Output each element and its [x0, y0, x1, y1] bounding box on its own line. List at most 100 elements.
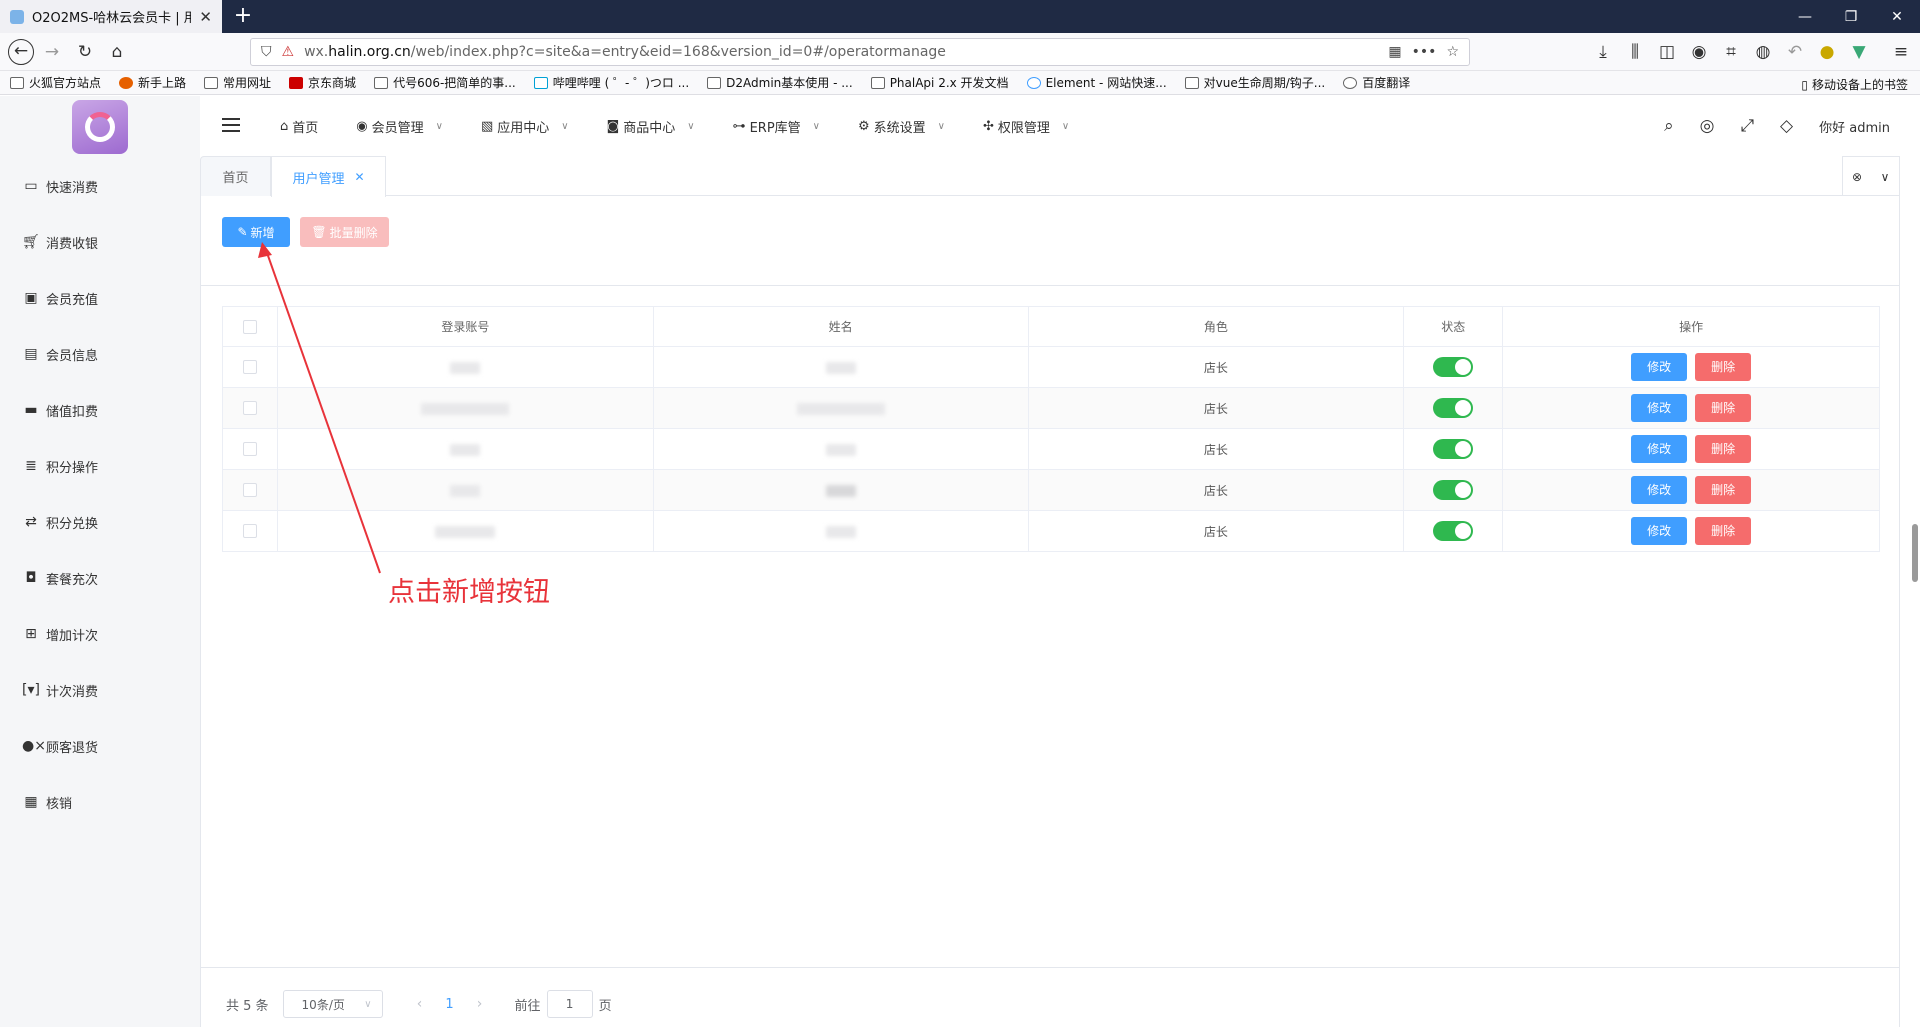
url-text[interactable]: wx.halin.org.cn/web/index.php?c=site&a=e…: [304, 44, 946, 60]
sidebar-toggle-icon[interactable]: ◫: [1656, 42, 1678, 62]
goto-label: 前往: [514, 998, 541, 1014]
batch-delete-button[interactable]: 🗑︎ 批量删除: [300, 217, 389, 247]
page-size-select[interactable]: 10条/页 ∨: [282, 990, 383, 1018]
sidebar-item-add-count[interactable]: ⊞ 增加计次: [0, 606, 200, 662]
diamond-icon[interactable]: ◇: [1780, 116, 1793, 136]
sidebar-item-recharge[interactable]: ▣ 会员充值: [0, 270, 200, 326]
library-icon[interactable]: ⫼: [1624, 42, 1646, 62]
close-all-icon[interactable]: ⊗: [1843, 157, 1871, 196]
row-checkbox[interactable]: [222, 428, 278, 470]
topnav-home[interactable]: ⌂ 首页: [280, 117, 318, 136]
qrcode-icon[interactable]: ▦: [1388, 44, 1401, 60]
bookmark-item[interactable]: 对vue生命周期/钩子...: [1184, 74, 1325, 91]
status-toggle[interactable]: [1433, 439, 1474, 459]
sidebar-item-points[interactable]: ≣ 积分操作: [0, 438, 200, 494]
app-logo[interactable]: [72, 100, 128, 154]
bookmark-item[interactable]: 新手上路: [119, 74, 186, 91]
edit-button[interactable]: 修改: [1631, 394, 1688, 422]
bookmark-item[interactable]: 代号606-把简单的事...: [374, 74, 516, 91]
status-toggle[interactable]: [1433, 521, 1474, 541]
reload-icon[interactable]: ↻: [74, 42, 96, 62]
topnav-member[interactable]: ◉ 会员管理 ∨: [356, 117, 443, 136]
url-bar[interactable]: ⛉ ⚠ wx.halin.org.cn/web/index.php?c=site…: [250, 38, 1470, 66]
status-toggle[interactable]: [1433, 357, 1474, 377]
goto-page-input[interactable]: 1: [546, 990, 593, 1018]
search-icon[interactable]: ⌕: [1664, 116, 1674, 136]
forward-icon[interactable]: →: [41, 42, 63, 62]
close-tab-icon[interactable]: ✕: [199, 8, 212, 26]
edit-button[interactable]: 修改: [1631, 435, 1688, 463]
vue-devtools-icon[interactable]: ▼: [1848, 42, 1870, 62]
browser-tab[interactable]: O2O2MS-哈林云会员卡 | 用户 ✕: [0, 0, 222, 33]
delete-button[interactable]: 删除: [1695, 517, 1752, 545]
status-toggle[interactable]: [1433, 480, 1474, 500]
more-icon[interactable]: •••: [1412, 44, 1437, 60]
sidebar-item-count-consume[interactable]: [▾] 计次消费: [0, 662, 200, 718]
page-number-current[interactable]: 1: [435, 997, 465, 1012]
minimize-icon[interactable]: —: [1782, 0, 1828, 33]
row-checkbox[interactable]: [222, 346, 278, 388]
bookmark-star-icon[interactable]: ☆: [1446, 44, 1459, 60]
delete-button[interactable]: 删除: [1695, 394, 1752, 422]
delete-button[interactable]: 删除: [1695, 435, 1752, 463]
delete-button[interactable]: 删除: [1695, 353, 1752, 381]
bookmark-item[interactable]: PhalApi 2.x 开发文档: [870, 74, 1009, 91]
edit-button[interactable]: 修改: [1631, 353, 1688, 381]
new-tab-button[interactable]: +: [230, 4, 256, 30]
home-icon[interactable]: ⌂: [106, 42, 128, 62]
download-icon[interactable]: ⤓: [1592, 42, 1614, 62]
bookmark-item[interactable]: 京东商城: [289, 74, 356, 91]
sidebar-item-package[interactable]: ◘ 套餐充次: [0, 550, 200, 606]
row-checkbox[interactable]: [222, 469, 278, 511]
insecure-lock-icon[interactable]: ⚠: [282, 44, 295, 60]
edit-button[interactable]: 修改: [1631, 476, 1688, 504]
topnav-apps[interactable]: ▧ 应用中心 ∨: [481, 117, 569, 136]
bookmark-item[interactable]: 常用网址: [204, 74, 271, 91]
prev-page-icon[interactable]: ‹: [405, 996, 435, 1012]
sidebar-item-quick-consume[interactable]: ▭ 快速消费: [0, 158, 200, 214]
next-page-icon[interactable]: ›: [465, 996, 495, 1012]
hamburger-icon[interactable]: [222, 118, 240, 132]
topnav-permissions[interactable]: ✣ 权限管理 ∨: [983, 117, 1069, 136]
shield-icon[interactable]: ⛉: [261, 44, 272, 60]
sidebar-item-checkout[interactable]: 🛒︎ 消费收银: [0, 214, 200, 270]
user-greeting[interactable]: 你好 admin: [1819, 117, 1890, 136]
sidebar-item-balance-deduct[interactable]: ▬ 储值扣费: [0, 382, 200, 438]
topnav-products[interactable]: ◙ 商品中心 ∨: [607, 117, 695, 136]
menu-icon[interactable]: ≡: [1890, 42, 1912, 62]
row-checkbox[interactable]: [222, 510, 278, 552]
close-icon[interactable]: ✕: [354, 170, 364, 184]
fullscreen-icon[interactable]: ⤢: [1740, 116, 1754, 136]
extension-icon[interactable]: ●: [1816, 42, 1838, 62]
bookmark-item[interactable]: Element - 网站快速...: [1026, 74, 1167, 91]
chat-icon[interactable]: ◍: [1752, 42, 1774, 62]
tab-user-manage[interactable]: 用户管理 ✕: [271, 156, 386, 197]
row-checkbox[interactable]: [222, 387, 278, 429]
chevron-down-icon[interactable]: ∨: [1871, 157, 1899, 196]
target-icon[interactable]: ◎: [1700, 116, 1715, 136]
undo-icon[interactable]: ↶: [1784, 42, 1806, 62]
tab-home[interactable]: 首页: [200, 156, 271, 196]
bookmark-item[interactable]: 哔哩哔哩 ( ゜- ゜)つロ ...: [533, 74, 689, 91]
topnav-erp[interactable]: ⊶ ERP库管 ∨: [733, 117, 820, 136]
restore-icon[interactable]: ❐: [1828, 0, 1874, 33]
edit-button[interactable]: 修改: [1631, 517, 1688, 545]
status-toggle[interactable]: [1433, 398, 1474, 418]
bookmark-item[interactable]: D2Admin基本使用 - ...: [707, 74, 853, 91]
crop-icon[interactable]: ⌗: [1720, 42, 1742, 62]
sidebar-item-member-info[interactable]: ▤ 会员信息: [0, 326, 200, 382]
delete-button[interactable]: 删除: [1695, 476, 1752, 504]
sidebar-item-points-exchange[interactable]: ⇄ 积分兑换: [0, 494, 200, 550]
account-icon[interactable]: ◉: [1688, 42, 1710, 62]
sidebar-item-verify[interactable]: ▦ 核销: [0, 774, 200, 830]
topnav-settings[interactable]: ⚙ 系统设置 ∨: [858, 117, 945, 136]
bookmark-item[interactable]: 百度翻译: [1343, 74, 1410, 91]
close-window-icon[interactable]: ✕: [1874, 0, 1920, 33]
back-icon[interactable]: ←: [8, 39, 34, 65]
sidebar-item-return[interactable]: ●× 顾客退货: [0, 718, 200, 774]
select-all-checkbox[interactable]: [222, 306, 278, 347]
page-scrollbar[interactable]: [1912, 524, 1918, 582]
bookmark-item[interactable]: 火狐官方站点: [10, 74, 101, 91]
mobile-bookmarks[interactable]: ▯ 移动设备上的书签: [1801, 76, 1908, 93]
add-button[interactable]: ✎ 新增: [222, 217, 290, 247]
